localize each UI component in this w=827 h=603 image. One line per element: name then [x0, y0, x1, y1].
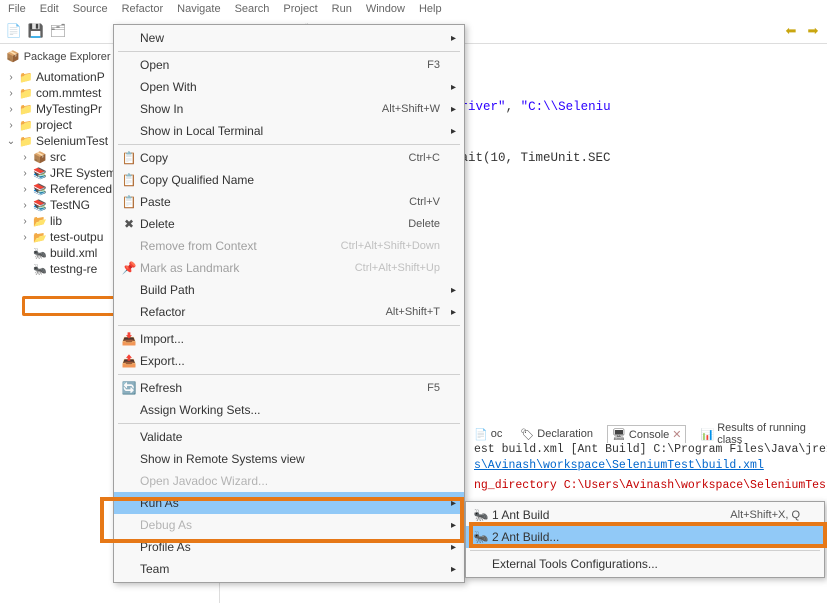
menu-show-in-remote-systems-view[interactable]: Show in Remote Systems view — [114, 448, 464, 470]
tab-console[interactable]: 🖥Console✕ — [607, 425, 687, 443]
menu-copy-qualified-name[interactable]: 📋Copy Qualified Name — [114, 169, 464, 191]
menu-build-path[interactable]: Build Path▸ — [114, 279, 464, 301]
menu-team[interactable]: Team▸ — [114, 558, 464, 580]
menu-run-as[interactable]: Run As▸ — [114, 492, 464, 514]
menu-debug-as[interactable]: Debug As▸ — [114, 514, 464, 536]
tab-declaration[interactable]: 🏷Declaration — [516, 426, 597, 443]
menu-refresh[interactable]: 🔄RefreshF5 — [114, 377, 464, 399]
forward-icon[interactable]: ➡ — [805, 23, 821, 39]
menu-show-in-local-terminal[interactable]: Show in Local Terminal▸ — [114, 120, 464, 142]
menu-window[interactable]: Window — [366, 3, 405, 15]
menubar: File Edit Source Refactor Navigate Searc… — [0, 0, 827, 18]
menu-navigate[interactable]: Navigate — [177, 3, 220, 15]
menu-open[interactable]: OpenF3 — [114, 54, 464, 76]
build-xml-highlight — [22, 296, 117, 316]
menu-copy[interactable]: 📋CopyCtrl+C — [114, 147, 464, 169]
console-error-line: ng_directory C:\Users\Avinash\workspace\… — [470, 478, 827, 494]
menu-new[interactable]: New▸ — [114, 27, 464, 49]
menu-delete[interactable]: ✖DeleteDelete — [114, 213, 464, 235]
menu-mark-as-landmark: 📌Mark as LandmarkCtrl+Alt+Shift+Up — [114, 257, 464, 279]
menu-open-javadoc-wizard-[interactable]: Open Javadoc Wizard... — [114, 470, 464, 492]
menu-import-[interactable]: 📥Import... — [114, 328, 464, 350]
menu-assign-working-sets-[interactable]: Assign Working Sets... — [114, 399, 464, 421]
new-icon[interactable]: 📄 — [6, 23, 22, 39]
menu-open-with[interactable]: Open With▸ — [114, 76, 464, 98]
package-icon: 📦 — [6, 50, 20, 63]
submenu--ant-build-[interactable]: 🐜2 Ant Build... — [466, 526, 824, 548]
tab-oc[interactable]: 📄oc — [470, 426, 506, 443]
menu-refactor[interactable]: Refactor — [122, 3, 164, 15]
save-icon[interactable]: 💾 — [28, 23, 44, 39]
package-explorer-title: Package Explorer — [24, 51, 111, 63]
menu-help[interactable]: Help — [419, 3, 442, 15]
menu-remove-from-context: Remove from ContextCtrl+Alt+Shift+Down — [114, 235, 464, 257]
run-as-submenu[interactable]: 🐜1 Ant BuildAlt+Shift+X, Q🐜2 Ant Build..… — [465, 501, 825, 578]
menu-profile-as[interactable]: Profile As▸ — [114, 536, 464, 558]
menu-refactor[interactable]: RefactorAlt+Shift+T▸ — [114, 301, 464, 323]
context-menu[interactable]: New▸OpenF3Open With▸Show InAlt+Shift+W▸S… — [113, 24, 465, 583]
menu-project[interactable]: Project — [283, 3, 317, 15]
menu-export-[interactable]: 📤Export... — [114, 350, 464, 372]
console-link[interactable]: s\Avinash\workspace\SeleniumTest\build.x… — [474, 459, 764, 472]
menu-validate[interactable]: Validate — [114, 426, 464, 448]
menu-paste[interactable]: 📋PasteCtrl+V — [114, 191, 464, 213]
menu-run[interactable]: Run — [332, 3, 352, 15]
save-all-icon[interactable]: 🗂 — [50, 23, 66, 39]
console-body: est build.xml [Ant Build] C:\Program Fil… — [470, 442, 827, 494]
back-icon[interactable]: ⬅ — [783, 23, 799, 39]
menu-show-in[interactable]: Show InAlt+Shift+W▸ — [114, 98, 464, 120]
submenu--ant-build[interactable]: 🐜1 Ant BuildAlt+Shift+X, Q — [466, 504, 824, 526]
submenu-external-tools-configurations-[interactable]: External Tools Configurations... — [466, 553, 824, 575]
console-title: est build.xml [Ant Build] C:\Program Fil… — [470, 442, 827, 458]
menu-source[interactable]: Source — [73, 3, 108, 15]
menu-file[interactable]: File — [8, 3, 26, 15]
menu-edit[interactable]: Edit — [40, 3, 59, 15]
menu-search[interactable]: Search — [235, 3, 270, 15]
